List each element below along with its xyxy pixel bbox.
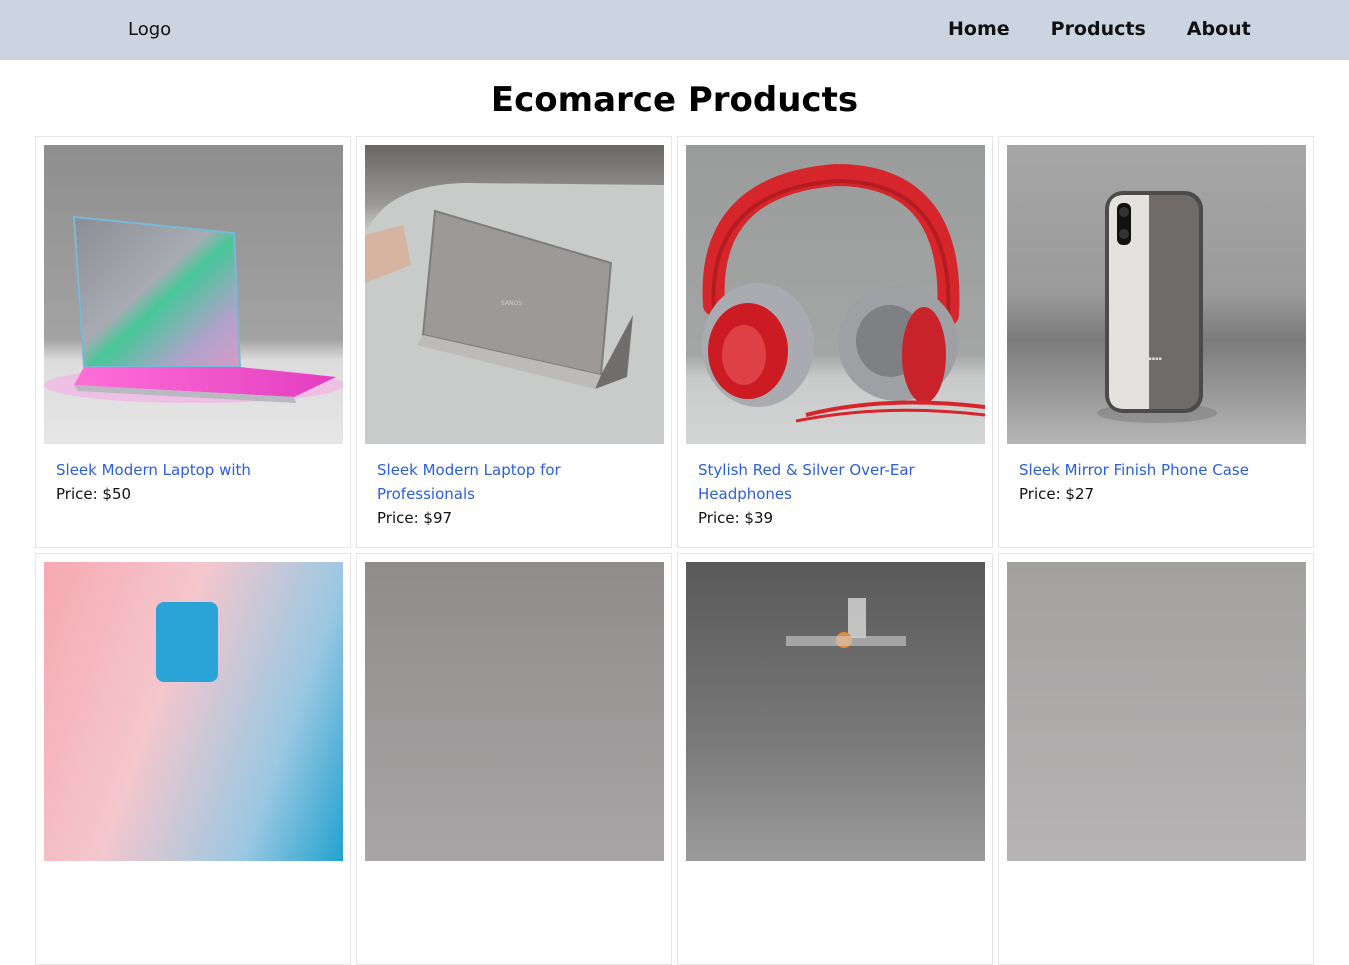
product-card[interactable]: [356, 553, 672, 965]
product-image[interactable]: ▪▪▪▪▪: [1007, 145, 1306, 444]
product-image[interactable]: [44, 562, 343, 861]
product-card[interactable]: ▪▪▪▪▪ Sleek Mirror Finish Phone Case Pri…: [998, 136, 1314, 548]
svg-text:▪▪▪▪▪: ▪▪▪▪▪: [1145, 356, 1162, 362]
product-price: Price: $50: [56, 485, 132, 503]
nav-link-about[interactable]: About: [1187, 18, 1251, 40]
product-image[interactable]: [365, 562, 664, 861]
product-card[interactable]: Sleek Modern Laptop with Price: $50: [35, 136, 351, 548]
product-price: Price: $39: [698, 509, 774, 527]
product-grid: Sleek Modern Laptop with Price: $50 SANO…: [35, 136, 1316, 965]
nav-link-products[interactable]: Products: [1051, 18, 1146, 40]
product-title[interactable]: Sleek Modern Laptop for Professionals: [377, 458, 651, 506]
product-image[interactable]: SANOS: [365, 145, 664, 444]
product-title[interactable]: Stylish Red & Silver Over-Ear Headphones: [698, 458, 972, 506]
product-image[interactable]: [1007, 562, 1306, 861]
nav-links: Home Products About: [948, 18, 1251, 40]
svg-text:SANOS: SANOS: [501, 300, 522, 307]
product-card[interactable]: Stylish Red & Silver Over-Ear Headphones…: [677, 136, 993, 548]
nav-link-home[interactable]: Home: [948, 18, 1010, 40]
product-price: Price: $97: [377, 509, 453, 527]
page-title: Ecomarce Products: [490, 80, 859, 120]
product-image[interactable]: [686, 562, 985, 861]
logo-link[interactable]: Logo: [128, 19, 171, 40]
navbar: Logo Home Products About: [0, 0, 1349, 60]
product-price: Price: $27: [1019, 485, 1095, 503]
product-card[interactable]: [35, 553, 351, 965]
product-image[interactable]: [44, 145, 343, 444]
product-card[interactable]: SANOS Sleek Modern Laptop for Profession…: [356, 136, 672, 548]
product-title[interactable]: Sleek Mirror Finish Phone Case: [1019, 458, 1293, 482]
product-card[interactable]: [677, 553, 993, 965]
product-title[interactable]: Sleek Modern Laptop with: [56, 458, 330, 482]
product-card[interactable]: [998, 553, 1314, 965]
product-image[interactable]: [686, 145, 985, 444]
